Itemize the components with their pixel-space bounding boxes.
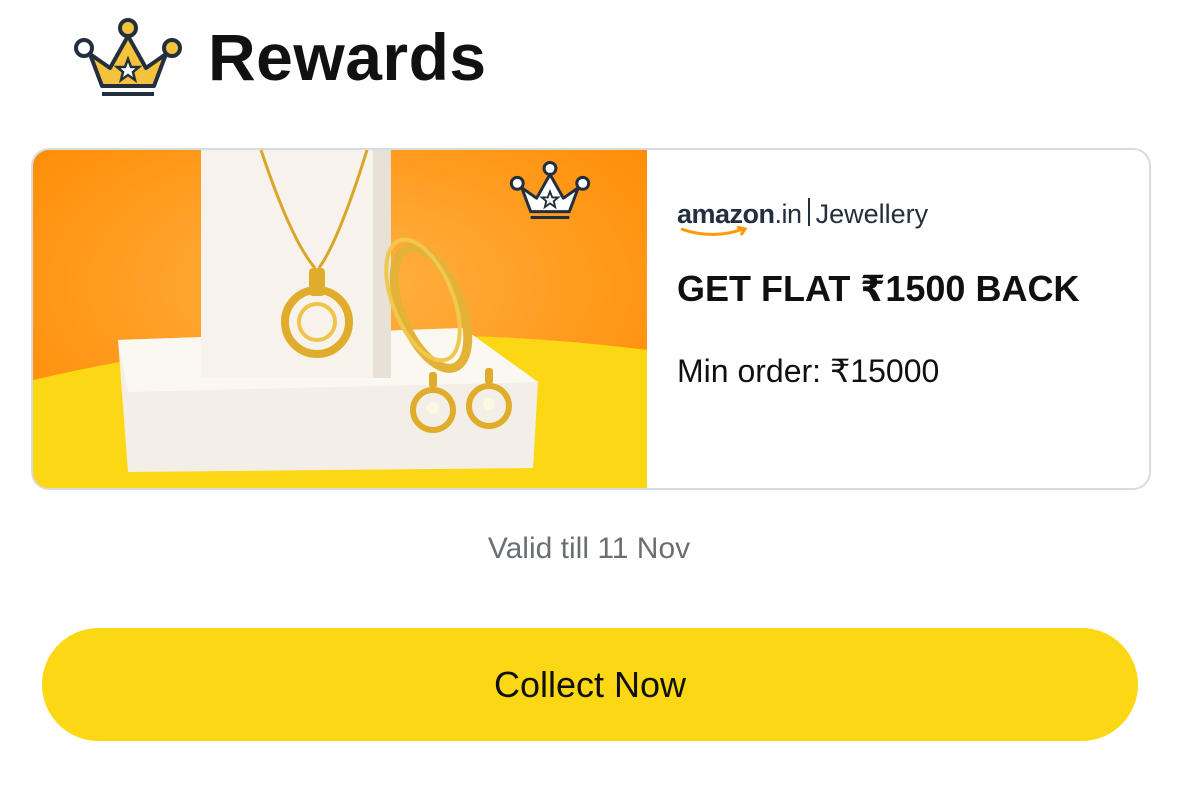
validity-text: Valid till 11 Nov (487, 532, 691, 565)
brand-divider (807, 198, 810, 226)
amazon-logo-suffix: .in (774, 199, 803, 229)
min-order-text: Min order: ₹15000 (677, 353, 940, 389)
reward-offer-card[interactable]: amazon.in Jewellery GET FLAT ₹1500 BACK … (31, 148, 1151, 490)
offer-image (33, 150, 647, 488)
collect-now-button[interactable]: Collect Now (42, 628, 1138, 741)
brand-category: Jewellery (815, 199, 929, 229)
amazon-wordmark: amazon (677, 199, 775, 229)
amazon-smile-icon (680, 226, 748, 236)
crown-icon (509, 160, 591, 220)
page-title: Rewards (208, 20, 487, 94)
rewards-header: Rewards (72, 14, 487, 100)
crown-icon (74, 18, 182, 96)
offer-details: amazon.in Jewellery GET FLAT ₹1500 BACK … (647, 150, 1149, 488)
offer-headline: GET FLAT ₹1500 BACK (677, 268, 1080, 309)
amazon-logo: amazon.in (677, 199, 803, 236)
brand-logo: amazon.in Jewellery (677, 182, 929, 236)
collect-now-label: Collect Now (493, 663, 687, 705)
